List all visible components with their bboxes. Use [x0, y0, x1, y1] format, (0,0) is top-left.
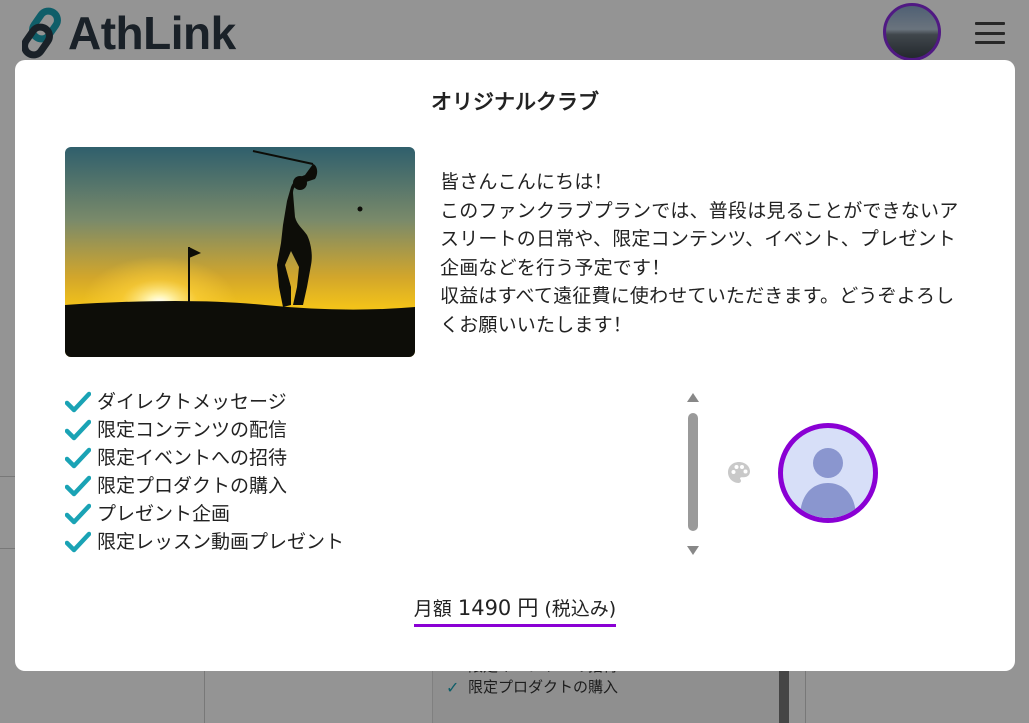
feature-label: プレゼント企画 — [97, 503, 231, 525]
triangle-down-icon[interactable] — [687, 546, 699, 555]
check-icon — [65, 391, 91, 413]
feature-label: 限定コンテンツの配信 — [97, 419, 288, 441]
price-currency: 円 — [517, 596, 539, 620]
price-suffix: (税込み) — [544, 598, 617, 620]
palette-icon[interactable] — [726, 460, 752, 486]
club-description: 皆さんこんにちは！ このファンクラブプランでは、普段は見ることができないアスリー… — [440, 168, 970, 339]
check-icon — [65, 503, 91, 525]
list-item: ダイレクトメッセージ — [65, 388, 344, 416]
description-paragraph: 収益はすべて遠征費に使わせていただきます。どうぞよろしくお願いいたします！ — [440, 285, 955, 336]
feature-list: ダイレクトメッセージ 限定コンテンツの配信 限定イベントへの招待 限定プロダクト… — [65, 388, 344, 556]
feature-label: 限定イベントへの招待 — [97, 447, 288, 469]
scrollbar[interactable] — [686, 393, 700, 555]
list-item: 限定イベントへの招待 — [65, 444, 344, 472]
list-item: 限定レッスン動画プレゼント — [65, 528, 344, 556]
feature-label: 限定レッスン動画プレゼント — [97, 531, 345, 553]
description-paragraph: 皆さんこんにちは！ — [440, 171, 613, 193]
triangle-up-icon[interactable] — [687, 393, 699, 402]
page: AthLink ✓ 限定イベントへの招待 ✓ 限定プロダクトの購入 オリジナルク… — [0, 0, 1029, 723]
feature-label: ダイレクトメッセージ — [97, 391, 287, 413]
list-item: 限定プロダクトの購入 — [65, 472, 344, 500]
scroll-thumb[interactable] — [688, 413, 698, 531]
check-icon — [65, 419, 91, 441]
user-avatar-icon[interactable] — [778, 423, 878, 523]
check-icon — [65, 531, 91, 553]
list-item: プレゼント企画 — [65, 500, 344, 528]
modal-title: オリジナルクラブ — [431, 90, 599, 114]
list-item: 限定コンテンツの配信 — [65, 416, 344, 444]
club-detail-modal: オリジナルクラブ 皆さんこんにちは！ このファンクラブプランでは、普段は見ること… — [15, 60, 1015, 671]
price-label[interactable]: 月額 1490 円 (税込み) — [413, 592, 617, 627]
price-prefix: 月額 — [413, 598, 452, 620]
feature-label: 限定プロダクトの購入 — [97, 475, 288, 497]
price-amount: 1490 — [457, 596, 512, 620]
hero-image — [65, 147, 415, 357]
check-icon — [65, 475, 91, 497]
price-display: 月額 1490 円 (税込み) — [15, 592, 1015, 627]
description-paragraph: このファンクラブプランでは、普段は見ることができないアスリートの日常や、限定コン… — [440, 199, 959, 279]
check-icon — [65, 447, 91, 469]
